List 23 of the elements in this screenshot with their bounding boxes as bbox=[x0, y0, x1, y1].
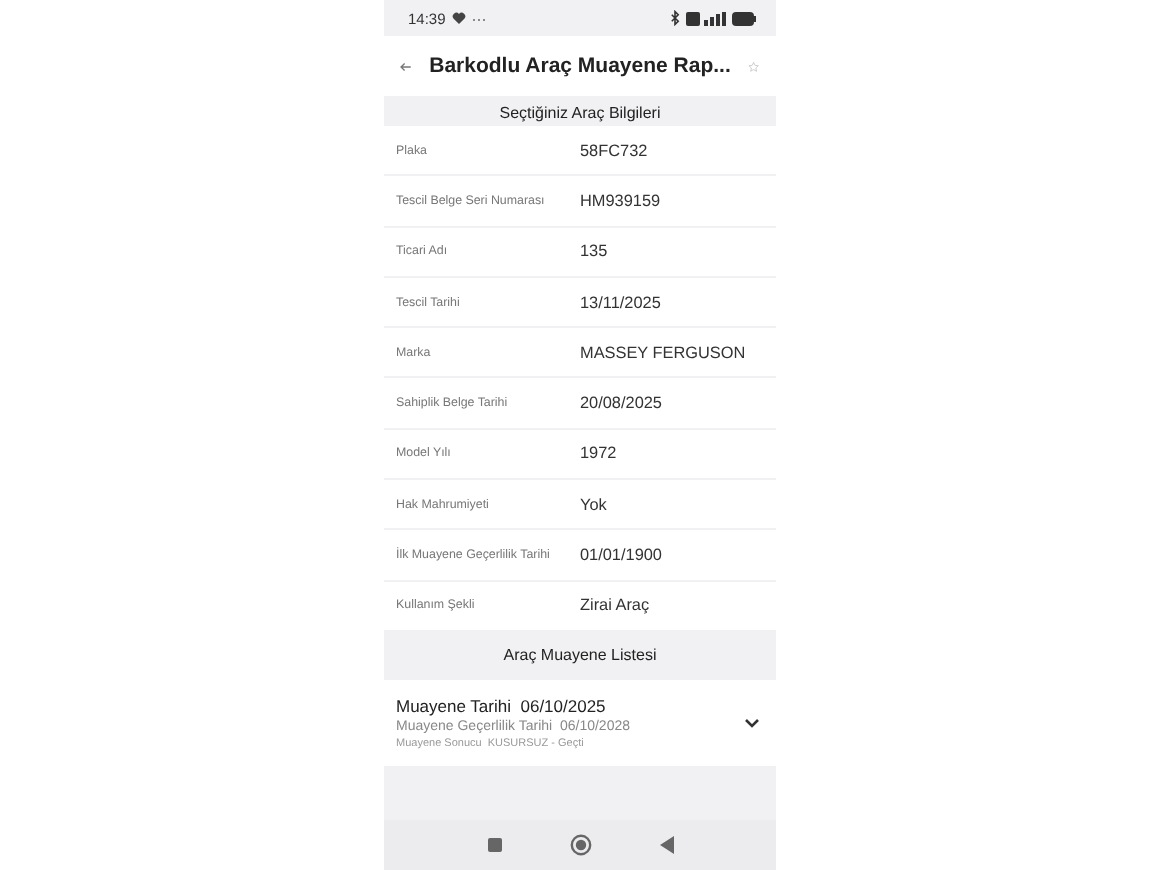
page-title: Barkodlu Araç Muayene Rap... bbox=[429, 54, 731, 78]
field-value: MASSEY FERGUSON bbox=[580, 343, 746, 362]
field-value: 58FC732 bbox=[580, 141, 648, 160]
field-value: 135 bbox=[580, 242, 608, 261]
bluetooth-icon bbox=[670, 10, 680, 26]
home-icon[interactable] bbox=[569, 834, 591, 856]
section-title: Seçtiğiniz Araç Bilgileri bbox=[499, 104, 661, 124]
battery-icon bbox=[732, 11, 756, 25]
field-value: 20/08/2025 bbox=[580, 394, 662, 413]
field-value: 13/11/2025 bbox=[580, 293, 661, 312]
signal-icon bbox=[686, 11, 726, 25]
field-value: 01/01/1900 bbox=[580, 546, 662, 565]
chevron-icon[interactable] bbox=[744, 717, 760, 728]
field-value: HM939159 bbox=[580, 191, 661, 210]
section-title: Araç Muayene Listesi bbox=[503, 645, 657, 666]
back-arrow-icon[interactable] bbox=[400, 57, 412, 75]
field-value: 1972 bbox=[580, 444, 617, 463]
back-icon[interactable] bbox=[659, 836, 673, 854]
recents-icon[interactable] bbox=[487, 838, 501, 852]
field-value: Yok bbox=[580, 495, 607, 514]
inspection-date: Muayene Tarihi 06/10/2025 bbox=[396, 695, 608, 716]
heart-icon bbox=[451, 12, 466, 24]
field-value: Zirai Araç bbox=[580, 596, 650, 615]
